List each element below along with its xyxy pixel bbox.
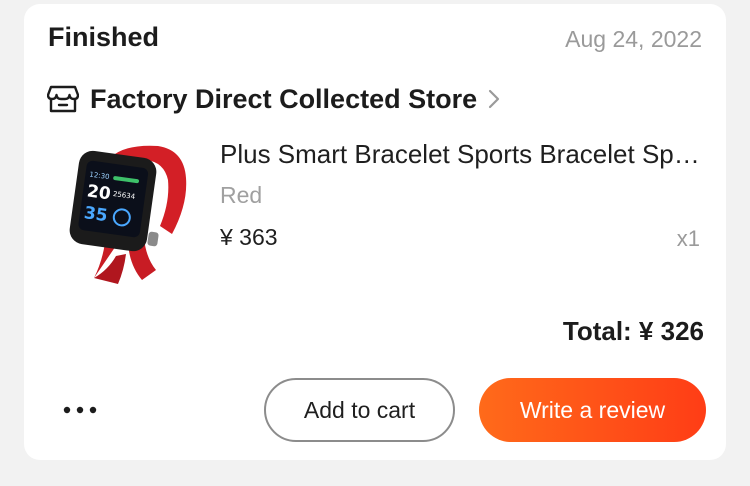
more-options-button[interactable]: [56, 398, 104, 422]
product-title[interactable]: Plus Smart Bracelet Sports Bracelet Spor…: [220, 139, 706, 170]
store-link[interactable]: Factory Direct Collected Store: [46, 82, 503, 116]
more-icon: [63, 406, 97, 414]
watch-number-top: 20: [86, 181, 112, 204]
add-to-cart-button[interactable]: Add to cart: [264, 378, 455, 442]
product-variant: Red: [220, 182, 263, 208]
store-icon: [46, 82, 80, 116]
product-image[interactable]: 12:30 20 35 25634: [64, 138, 204, 286]
order-date: Aug 24, 2022: [565, 26, 702, 52]
chevron-right-icon: [487, 87, 503, 111]
watch-number-bottom: 35: [83, 203, 109, 226]
order-status: Finished: [48, 22, 160, 52]
store-name: Factory Direct Collected Store: [90, 83, 478, 114]
write-review-button[interactable]: Write a review: [479, 378, 706, 442]
product-quantity: x1: [676, 226, 700, 251]
product-price: ¥ 363: [220, 224, 278, 250]
order-card: Finished Aug 24, 2022 Factory Direct Col…: [24, 4, 726, 460]
order-total: Total: ¥ 326: [562, 316, 704, 346]
